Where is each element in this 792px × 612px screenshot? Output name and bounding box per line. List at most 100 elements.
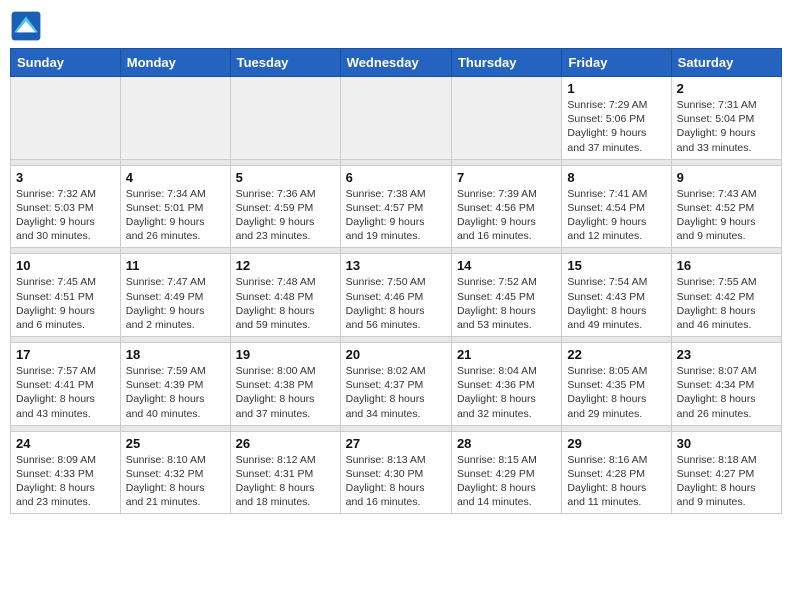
calendar-week-2: 3 Sunrise: 7:32 AM Sunset: 5:03 PM Daylig… — [11, 165, 782, 248]
day-number: 11 — [126, 258, 225, 273]
logo-icon — [10, 10, 42, 42]
day-number: 14 — [457, 258, 556, 273]
calendar-week-4: 17Sunrise: 7:57 AM Sunset: 4:41 PM Dayli… — [11, 343, 782, 426]
calendar-cell: 1 Sunrise: 7:29 AM Sunset: 5:06 PM Daylig… — [562, 77, 671, 160]
day-number: 3 — [16, 170, 115, 185]
day-number: 5 — [236, 170, 335, 185]
calendar-cell: 16Sunrise: 7:55 AM Sunset: 4:42 PM Dayli… — [671, 254, 781, 337]
calendar-cell — [340, 77, 451, 160]
day-number: 20 — [346, 347, 446, 362]
weekday-header-tuesday: Tuesday — [230, 49, 340, 77]
calendar-cell: 21Sunrise: 8:04 AM Sunset: 4:36 PM Dayli… — [451, 343, 561, 426]
calendar-cell: 17Sunrise: 7:57 AM Sunset: 4:41 PM Dayli… — [11, 343, 121, 426]
weekday-header-monday: Monday — [120, 49, 230, 77]
day-info: Sunrise: 8:18 AM Sunset: 4:27 PM Dayligh… — [677, 453, 776, 510]
calendar-cell: 15 Sunrise: 7:54 AM Sunset: 4:43 PM Dayli… — [562, 254, 671, 337]
calendar-cell: 8 Sunrise: 7:41 AM Sunset: 4:54 PM Daylig… — [562, 165, 671, 248]
calendar-cell: 23 Sunrise: 8:07 AM Sunset: 4:34 PM Dayli… — [671, 343, 781, 426]
day-number: 10 — [16, 258, 115, 273]
day-info: Sunrise: 7:43 AM Sunset: 4:52 PM Dayligh… — [677, 187, 776, 244]
day-info: Sunrise: 7:52 AM Sunset: 4:45 PM Dayligh… — [457, 275, 556, 332]
day-info: Sunrise: 8:16 AM Sunset: 4:28 PM Dayligh… — [567, 453, 665, 510]
calendar-cell: 26Sunrise: 8:12 AM Sunset: 4:31 PM Dayli… — [230, 431, 340, 514]
day-number: 29 — [567, 436, 665, 451]
calendar-cell: 6 Sunrise: 7:38 AM Sunset: 4:57 PM Daylig… — [340, 165, 451, 248]
day-info: Sunrise: 7:55 AM Sunset: 4:42 PM Dayligh… — [677, 275, 776, 332]
day-info: Sunrise: 8:05 AM Sunset: 4:35 PM Dayligh… — [567, 364, 665, 421]
weekday-header-friday: Friday — [562, 49, 671, 77]
calendar-cell — [230, 77, 340, 160]
day-info: Sunrise: 7:36 AM Sunset: 4:59 PM Dayligh… — [236, 187, 335, 244]
day-number: 18 — [126, 347, 225, 362]
calendar-cell: 28 Sunrise: 8:15 AM Sunset: 4:29 PM Dayli… — [451, 431, 561, 514]
day-number: 8 — [567, 170, 665, 185]
day-number: 4 — [126, 170, 225, 185]
day-info: Sunrise: 7:38 AM Sunset: 4:57 PM Dayligh… — [346, 187, 446, 244]
day-info: Sunrise: 7:29 AM Sunset: 5:06 PM Dayligh… — [567, 98, 665, 155]
day-number: 15 — [567, 258, 665, 273]
day-info: Sunrise: 7:48 AM Sunset: 4:48 PM Dayligh… — [236, 275, 335, 332]
calendar: SundayMondayTuesdayWednesdayThursdayFrid… — [10, 48, 782, 514]
day-number: 13 — [346, 258, 446, 273]
calendar-cell: 14 Sunrise: 7:52 AM Sunset: 4:45 PM Dayli… — [451, 254, 561, 337]
day-number: 27 — [346, 436, 446, 451]
weekday-header-sunday: Sunday — [11, 49, 121, 77]
calendar-cell: 22 Sunrise: 8:05 AM Sunset: 4:35 PM Dayli… — [562, 343, 671, 426]
day-number: 22 — [567, 347, 665, 362]
day-number: 21 — [457, 347, 556, 362]
calendar-cell: 12 Sunrise: 7:48 AM Sunset: 4:48 PM Dayli… — [230, 254, 340, 337]
calendar-cell: 25 Sunrise: 8:10 AM Sunset: 4:32 PM Dayli… — [120, 431, 230, 514]
calendar-cell: 2Sunrise: 7:31 AM Sunset: 5:04 PM Daylig… — [671, 77, 781, 160]
calendar-cell — [451, 77, 561, 160]
day-number: 17 — [16, 347, 115, 362]
calendar-cell: 18 Sunrise: 7:59 AM Sunset: 4:39 PM Dayli… — [120, 343, 230, 426]
calendar-cell: 24 Sunrise: 8:09 AM Sunset: 4:33 PM Dayli… — [11, 431, 121, 514]
day-number: 1 — [567, 81, 665, 96]
day-info: Sunrise: 8:07 AM Sunset: 4:34 PM Dayligh… — [677, 364, 776, 421]
day-info: Sunrise: 7:39 AM Sunset: 4:56 PM Dayligh… — [457, 187, 556, 244]
day-info: Sunrise: 8:10 AM Sunset: 4:32 PM Dayligh… — [126, 453, 225, 510]
calendar-cell — [11, 77, 121, 160]
day-info: Sunrise: 8:15 AM Sunset: 4:29 PM Dayligh… — [457, 453, 556, 510]
day-number: 9 — [677, 170, 776, 185]
day-number: 30 — [677, 436, 776, 451]
day-number: 12 — [236, 258, 335, 273]
calendar-cell: 5 Sunrise: 7:36 AM Sunset: 4:59 PM Daylig… — [230, 165, 340, 248]
day-number: 25 — [126, 436, 225, 451]
calendar-cell: 13Sunrise: 7:50 AM Sunset: 4:46 PM Dayli… — [340, 254, 451, 337]
day-info: Sunrise: 8:00 AM Sunset: 4:38 PM Dayligh… — [236, 364, 335, 421]
calendar-week-5: 24 Sunrise: 8:09 AM Sunset: 4:33 PM Dayli… — [11, 431, 782, 514]
calendar-cell: 10 Sunrise: 7:45 AM Sunset: 4:51 PM Dayli… — [11, 254, 121, 337]
calendar-cell: 7 Sunrise: 7:39 AM Sunset: 4:56 PM Daylig… — [451, 165, 561, 248]
day-number: 24 — [16, 436, 115, 451]
day-info: Sunrise: 7:45 AM Sunset: 4:51 PM Dayligh… — [16, 275, 115, 332]
calendar-cell: 19 Sunrise: 8:00 AM Sunset: 4:38 PM Dayli… — [230, 343, 340, 426]
calendar-week-3: 10 Sunrise: 7:45 AM Sunset: 4:51 PM Dayli… — [11, 254, 782, 337]
day-number: 23 — [677, 347, 776, 362]
day-info: Sunrise: 7:59 AM Sunset: 4:39 PM Dayligh… — [126, 364, 225, 421]
day-info: Sunrise: 7:41 AM Sunset: 4:54 PM Dayligh… — [567, 187, 665, 244]
day-info: Sunrise: 7:47 AM Sunset: 4:49 PM Dayligh… — [126, 275, 225, 332]
calendar-cell: 3 Sunrise: 7:32 AM Sunset: 5:03 PM Daylig… — [11, 165, 121, 248]
weekday-header-saturday: Saturday — [671, 49, 781, 77]
day-number: 19 — [236, 347, 335, 362]
calendar-cell: 30 Sunrise: 8:18 AM Sunset: 4:27 PM Dayli… — [671, 431, 781, 514]
day-info: Sunrise: 8:02 AM Sunset: 4:37 PM Dayligh… — [346, 364, 446, 421]
day-number: 28 — [457, 436, 556, 451]
day-info: Sunrise: 7:54 AM Sunset: 4:43 PM Dayligh… — [567, 275, 665, 332]
day-number: 2 — [677, 81, 776, 96]
weekday-header-wednesday: Wednesday — [340, 49, 451, 77]
calendar-cell: 20 Sunrise: 8:02 AM Sunset: 4:37 PM Dayli… — [340, 343, 451, 426]
day-info: Sunrise: 8:09 AM Sunset: 4:33 PM Dayligh… — [16, 453, 115, 510]
day-info: Sunrise: 7:34 AM Sunset: 5:01 PM Dayligh… — [126, 187, 225, 244]
logo — [10, 10, 46, 42]
calendar-cell: 9 Sunrise: 7:43 AM Sunset: 4:52 PM Daylig… — [671, 165, 781, 248]
calendar-header-row: SundayMondayTuesdayWednesdayThursdayFrid… — [11, 49, 782, 77]
day-info: Sunrise: 7:32 AM Sunset: 5:03 PM Dayligh… — [16, 187, 115, 244]
calendar-week-1: 1 Sunrise: 7:29 AM Sunset: 5:06 PM Daylig… — [11, 77, 782, 160]
day-number: 6 — [346, 170, 446, 185]
calendar-cell: 4 Sunrise: 7:34 AM Sunset: 5:01 PM Daylig… — [120, 165, 230, 248]
calendar-cell: 11 Sunrise: 7:47 AM Sunset: 4:49 PM Dayli… — [120, 254, 230, 337]
day-info: Sunrise: 8:13 AM Sunset: 4:30 PM Dayligh… — [346, 453, 446, 510]
day-number: 7 — [457, 170, 556, 185]
